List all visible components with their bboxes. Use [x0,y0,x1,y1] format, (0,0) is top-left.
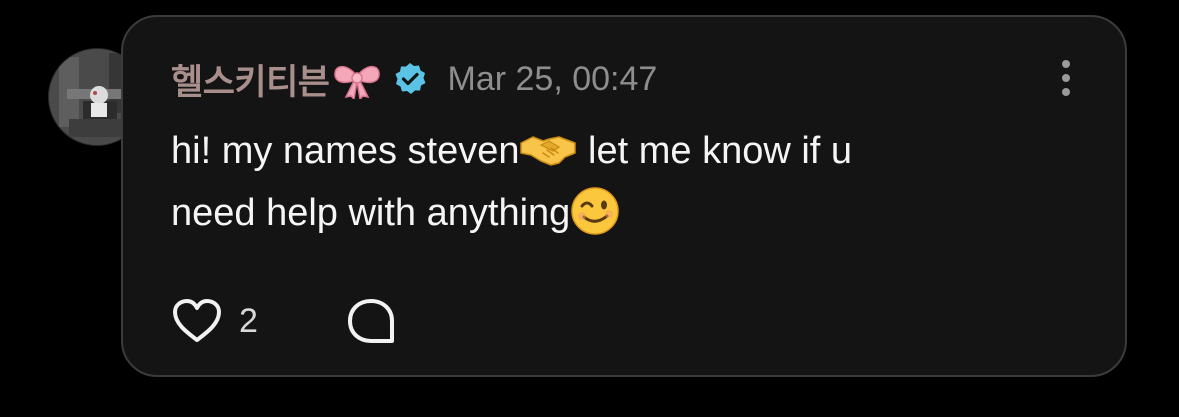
timestamp: Mar 25, 00:47 [447,59,658,98]
message-line-1-after: let me know if u [577,130,853,172]
like-count: 2 [239,301,258,340]
post-header: 헬스키티븐 Mar 25, 00:47 [171,55,657,103]
heart-icon [173,299,221,342]
reply-button[interactable] [346,296,396,346]
verified-icon [395,63,426,94]
username[interactable]: 헬스키티븐 [171,54,330,105]
handshake-icon [520,136,577,166]
message-line-1: hi! my names steven [171,130,520,172]
winking-face-icon [571,187,620,235]
bow-icon [333,65,380,99]
reply-icon [347,299,394,343]
more-options-icon[interactable] [1059,57,1073,99]
message-line-2: need help with anything [171,192,571,234]
action-bar: 2 [171,295,396,347]
like-button[interactable]: 2 [171,298,258,344]
post-card: 헬스키티븐 Mar 25, 00:47 hi! my names steven … [121,15,1127,377]
message-text: hi! my names steven let me know if u nee… [171,120,1051,244]
